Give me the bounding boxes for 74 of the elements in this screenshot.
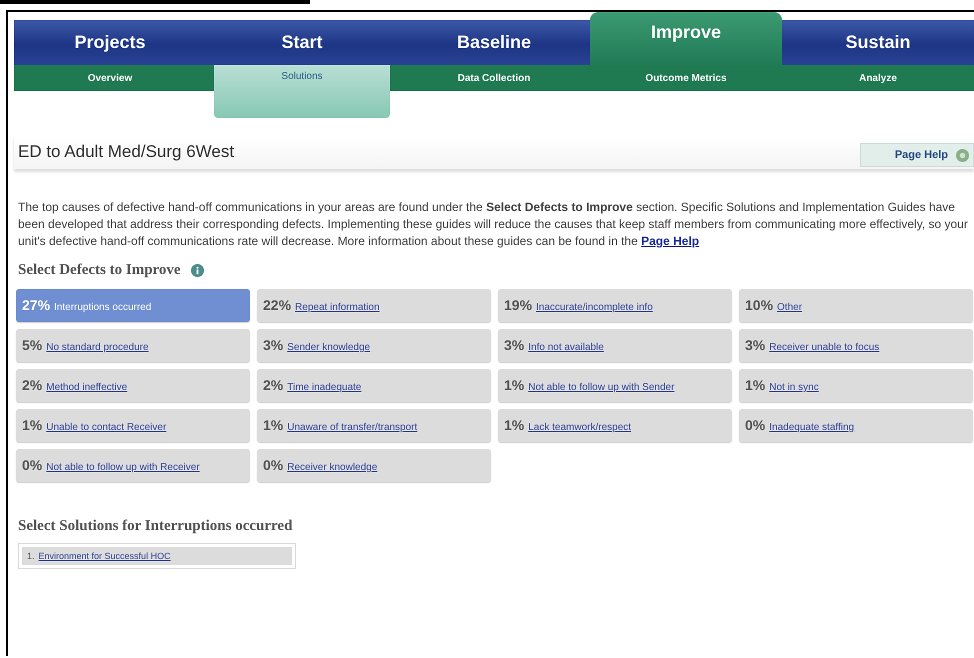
page-help-button[interactable]: Page Help bbox=[860, 143, 974, 167]
defect-link[interactable]: Unaware of transfer/transport bbox=[287, 422, 418, 433]
sub-nav-tab[interactable]: Analyze bbox=[782, 65, 974, 91]
intro-paragraph: The top causes of defective hand-off communications in your areas are found under the Select Defects to Improve section. Specific Solutions and Implementation Guides have been developed that address their corresponding defects. Implementing these guides will reduce the causes that keep staff members from communicating more effectively, so your unit's defective hand-off communications rate will decrease. More information about these guides can be found in the Page Help bbox=[18, 199, 968, 250]
defect-link[interactable]: Receiver knowledge bbox=[287, 462, 378, 473]
main-nav-tab[interactable]: Improve bbox=[590, 12, 782, 65]
main-nav-tab[interactable]: Start bbox=[206, 20, 398, 65]
defect-link[interactable]: Interruptions occurred bbox=[54, 302, 152, 313]
defect-link[interactable]: Repeat information bbox=[295, 302, 380, 313]
defect-link[interactable]: Unable to contact Receiver bbox=[46, 422, 166, 433]
defect-percent: 3% bbox=[745, 337, 766, 353]
defect-link[interactable]: Not able to follow up with Receiver bbox=[46, 462, 200, 473]
sub-nav-tab[interactable]: Data Collection bbox=[398, 65, 590, 91]
defect-tile[interactable]: 0% Inadequate staffing bbox=[739, 409, 973, 442]
sub-nav-tab[interactable]: Overview bbox=[14, 65, 206, 91]
defect-percent: 22% bbox=[263, 297, 292, 313]
defect-link[interactable]: Not in sync bbox=[769, 382, 819, 393]
defect-percent: 3% bbox=[504, 337, 524, 353]
defect-percent: 0% bbox=[745, 417, 766, 433]
defect-link[interactable]: Other bbox=[777, 302, 802, 313]
defect-link[interactable]: Lack teamwork/respect bbox=[528, 422, 632, 433]
defect-tile[interactable]: 2% Time inadequate bbox=[257, 369, 491, 402]
defect-percent: 5% bbox=[22, 337, 42, 353]
defect-percent: 3% bbox=[263, 337, 284, 353]
defect-link[interactable]: Info not available bbox=[528, 342, 604, 353]
section-heading: Select Solutions for Interruptions occurred bbox=[18, 518, 294, 535]
defect-tile[interactable]: 2% Method ineffective bbox=[16, 369, 250, 402]
defect-tile[interactable]: 27% Interruptions occurred bbox=[16, 289, 250, 322]
defect-tile[interactable]: 0% Not able to follow up with Receiver bbox=[16, 449, 250, 482]
defect-tile[interactable]: 19% Inaccurate/incomplete info bbox=[498, 289, 732, 322]
main-nav-tab[interactable]: Projects bbox=[14, 20, 206, 65]
solution-link[interactable]: Environment for Successful HOC bbox=[38, 551, 171, 561]
page-help-link[interactable]: Page Help bbox=[641, 234, 700, 248]
sub-nav-tab[interactable]: Outcome Metrics bbox=[590, 65, 782, 91]
defect-percent: 0% bbox=[22, 457, 42, 473]
defect-tile[interactable]: 5% No standard procedure bbox=[16, 329, 250, 362]
page-title: ED to Adult Med/Surg 6West bbox=[18, 142, 234, 162]
defect-tile[interactable]: 3% Receiver unable to focus bbox=[739, 329, 973, 362]
defect-tile[interactable]: 22% Repeat information bbox=[257, 289, 491, 322]
defect-percent: 10% bbox=[745, 297, 774, 313]
defect-link[interactable]: No standard procedure bbox=[46, 342, 149, 353]
defect-percent: 1% bbox=[22, 417, 42, 433]
section-heading: Select Defects to Improve bbox=[18, 262, 181, 279]
defect-tile[interactable]: 1% Not able to follow up with Sender bbox=[498, 369, 732, 402]
defect-link[interactable]: Method ineffective bbox=[46, 382, 128, 393]
help-icon bbox=[956, 148, 969, 162]
main-nav-tab[interactable]: Sustain bbox=[782, 20, 974, 65]
defect-link[interactable]: Sender knowledge bbox=[287, 342, 370, 353]
defect-percent: 1% bbox=[504, 377, 524, 393]
defect-tile[interactable]: 3% Sender knowledge bbox=[257, 329, 491, 362]
defect-link[interactable]: Inaccurate/incomplete info bbox=[536, 302, 653, 313]
defect-percent: 0% bbox=[263, 457, 284, 473]
solution-number: 1. bbox=[27, 551, 35, 561]
info-icon[interactable] bbox=[190, 264, 204, 277]
defect-link[interactable]: Receiver unable to focus bbox=[769, 342, 880, 353]
main-nav-tab[interactable]: Baseline bbox=[398, 20, 590, 65]
defect-link[interactable]: Time inadequate bbox=[287, 382, 362, 393]
defect-tile[interactable]: 10% Other bbox=[739, 289, 973, 322]
defect-tile[interactable]: 1% Unable to contact Receiver bbox=[16, 409, 250, 442]
defect-tile[interactable]: 1% Lack teamwork/respect bbox=[498, 409, 732, 442]
defect-tile[interactable]: 1% Unaware of transfer/transport bbox=[257, 409, 491, 442]
defect-percent: 2% bbox=[263, 377, 284, 393]
sub-nav-tab[interactable]: Solutions bbox=[214, 65, 390, 118]
defect-tile[interactable]: 1% Not in sync bbox=[739, 369, 973, 402]
defect-percent: 27% bbox=[22, 297, 50, 313]
defect-percent: 1% bbox=[745, 377, 766, 393]
defect-tile[interactable]: 3% Info not available bbox=[498, 329, 732, 362]
defect-percent: 2% bbox=[22, 377, 42, 393]
defect-link[interactable]: Not able to follow up with Sender bbox=[528, 382, 674, 393]
defect-tile[interactable]: 0% Receiver knowledge bbox=[257, 449, 491, 482]
defect-percent: 1% bbox=[504, 417, 524, 433]
defect-percent: 1% bbox=[263, 417, 284, 433]
defect-percent: 19% bbox=[504, 297, 532, 313]
defect-link[interactable]: Inadequate staffing bbox=[769, 422, 854, 433]
